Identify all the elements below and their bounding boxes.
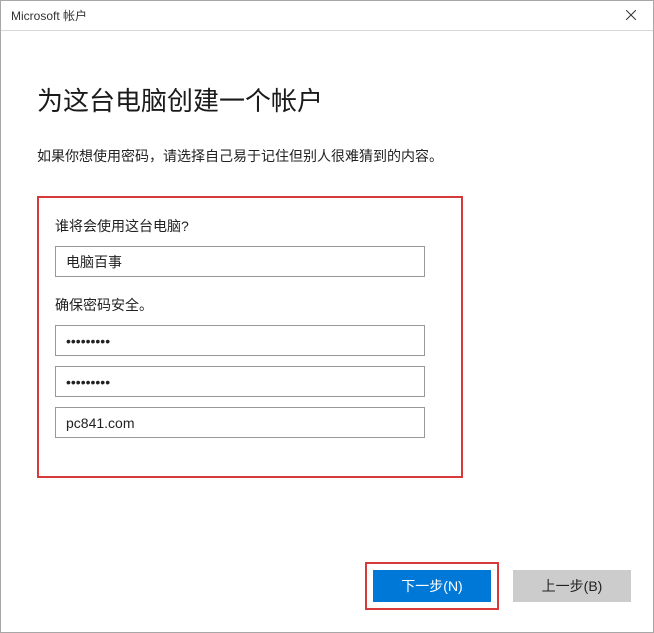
titlebar: Microsoft 帐户 <box>1 1 653 31</box>
close-button[interactable] <box>608 1 653 31</box>
page-subtext: 如果你想使用密码，请选择自己易于记住但别人很难猜到的内容。 <box>37 146 617 166</box>
window-title: Microsoft 帐户 <box>11 7 87 24</box>
footer-buttons: 下一步(N) 上一步(B) <box>365 562 631 610</box>
password-input[interactable] <box>55 325 425 356</box>
next-button-highlight: 下一步(N) <box>365 562 499 610</box>
dialog-window: Microsoft 帐户 为这台电脑创建一个帐户 如果你想使用密码，请选择自己易… <box>0 0 654 633</box>
back-button[interactable]: 上一步(B) <box>513 570 631 602</box>
password-hint-input[interactable] <box>55 407 425 438</box>
page-heading: 为这台电脑创建一个帐户 <box>37 81 617 118</box>
content-area: 为这台电脑创建一个帐户 如果你想使用密码，请选择自己易于记住但别人很难猜到的内容… <box>1 31 653 478</box>
next-button[interactable]: 下一步(N) <box>373 570 491 602</box>
confirm-password-input[interactable] <box>55 366 425 397</box>
form-highlight: 谁将会使用这台电脑? 确保密码安全。 <box>37 196 463 478</box>
password-section-label: 确保密码安全。 <box>55 295 445 315</box>
username-label: 谁将会使用这台电脑? <box>55 216 445 236</box>
close-icon <box>626 9 636 23</box>
username-input[interactable] <box>55 246 425 277</box>
